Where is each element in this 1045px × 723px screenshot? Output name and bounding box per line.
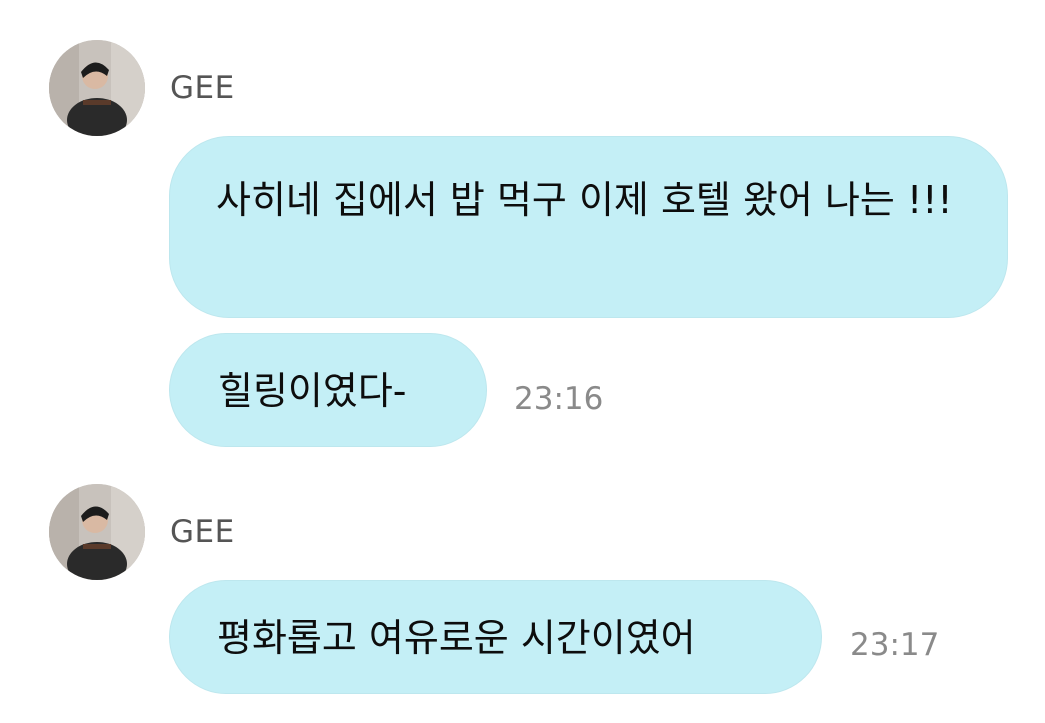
sender-avatar[interactable]	[49, 40, 145, 136]
avatar-photo-icon	[49, 40, 145, 136]
message-bubble[interactable]: 평화롭고 여유로운 시간이였어	[169, 580, 822, 694]
message-timestamp: 23:16	[514, 381, 604, 417]
message-timestamp: 23:17	[850, 627, 940, 663]
sender-name: GEE	[170, 70, 235, 106]
avatar-photo-icon	[49, 484, 145, 580]
message-text: 사히네 집에서 밥 먹구 이제 호텔 왔어 나는 !!!	[216, 178, 953, 222]
sender-name: GEE	[170, 514, 235, 550]
message-bubble[interactable]: 힐링이였다-	[169, 333, 487, 447]
sender-avatar[interactable]	[49, 484, 145, 580]
message-text: 힐링이였다-	[218, 369, 407, 413]
message-bubble[interactable]: 사히네 집에서 밥 먹구 이제 호텔 왔어 나는 !!!	[169, 136, 1008, 318]
message-text: 평화롭고 여유로운 시간이였어	[217, 616, 696, 660]
